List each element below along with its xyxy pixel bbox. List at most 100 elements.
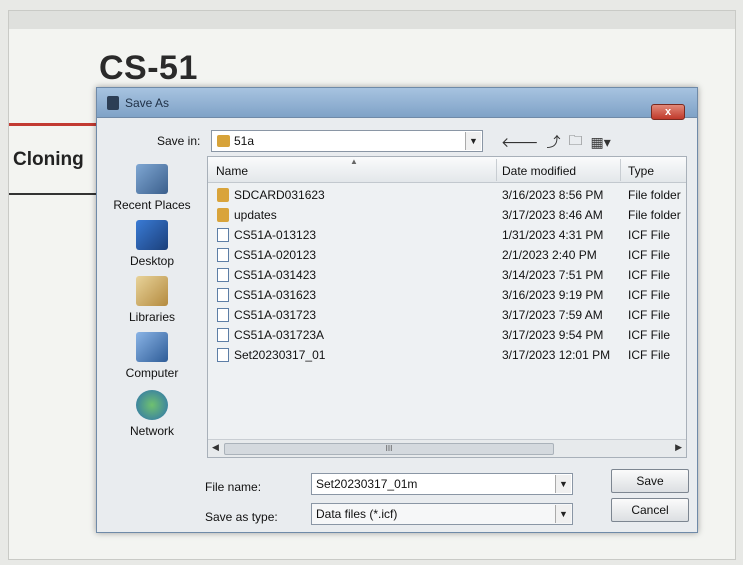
place-computer[interactable]: Computer [105, 332, 199, 380]
save-as-dialog: Save As x Save in: 51a ▼ 🡐 ⤴ 🗀 ▦▾ Recent… [96, 87, 698, 533]
scroll-left-icon[interactable]: ◀ [212, 442, 219, 453]
save-in-dropdown[interactable]: 51a ▼ [211, 130, 483, 152]
folder-icon [217, 188, 229, 202]
place-recent-places[interactable]: Recent Places [105, 164, 199, 212]
file-name-value: Set20230317_01m [316, 477, 418, 491]
file-date-cell: 2/1/2023 2:40 PM [502, 248, 597, 262]
file-date-cell: 1/31/2023 4:31 PM [502, 228, 604, 242]
place-label: Computer [125, 366, 179, 380]
scrollbar-thumb[interactable]: III [224, 443, 554, 455]
save-button[interactable]: Save [611, 469, 689, 493]
file-rows: SDCARD031623 3/16/2023 8:56 PM File folder… [208, 185, 686, 365]
chevron-down-icon[interactable]: ▼ [555, 475, 571, 493]
up-folder-icon[interactable]: ⤴ [547, 132, 561, 152]
libraries-icon [136, 276, 168, 306]
scroll-right-icon[interactable]: ▶ [675, 442, 682, 453]
file-list-header: Name ▲ Date modified Type [208, 157, 686, 183]
place-libraries[interactable]: Libraries [105, 276, 199, 324]
file-row[interactable]: CS51A-031723 3/17/2023 7:59 AM ICF File [208, 305, 686, 325]
file-row[interactable]: CS51A-020123 2/1/2023 2:40 PM ICF File [208, 245, 686, 265]
chevron-down-icon[interactable]: ▼ [465, 132, 481, 150]
file-row[interactable]: CS51A-031723A 3/17/2023 9:54 PM ICF File [208, 325, 686, 345]
file-type-cell: File folder [628, 208, 681, 222]
file-type-cell: ICF File [628, 268, 670, 282]
file-row[interactable]: CS51A-013123 1/31/2023 4:31 PM ICF File [208, 225, 686, 245]
cancel-button[interactable]: Cancel [611, 498, 689, 522]
column-separator [496, 159, 497, 181]
close-button[interactable]: x [651, 104, 685, 120]
dialog-title: Save As [125, 96, 170, 110]
file-name-input[interactable]: Set20230317_01m ▼ [311, 473, 573, 495]
dialog-app-icon [107, 96, 119, 110]
file-name-cell: Set20230317_01 [234, 348, 326, 362]
file-row[interactable]: CS51A-031423 3/14/2023 7:51 PM ICF File [208, 265, 686, 285]
background-toolbar [9, 11, 735, 29]
desktop-icon [136, 220, 168, 250]
file-icon [217, 228, 229, 242]
file-name-cell: updates [234, 208, 277, 222]
folder-icon [217, 135, 230, 147]
place-label: Desktop [129, 254, 175, 268]
chevron-down-icon[interactable]: ▼ [555, 505, 571, 523]
folder-icon [217, 208, 229, 222]
save-as-type-value: Data files (*.icf) [316, 507, 398, 521]
file-icon [217, 348, 229, 362]
file-date-cell: 3/17/2023 7:59 AM [502, 308, 603, 322]
accent-divider [9, 123, 99, 126]
column-date-modified[interactable]: Date modified [502, 164, 576, 178]
section-divider [9, 193, 99, 195]
file-name-cell: CS51A-031423 [234, 268, 317, 282]
file-name-cell: CS51A-031723A [234, 328, 325, 342]
file-list[interactable]: Name ▲ Date modified Type SDCARD031623 3/… [207, 156, 687, 458]
file-type-cell: File folder [628, 188, 681, 202]
back-icon[interactable]: 🡐 [501, 134, 539, 151]
file-row[interactable]: Set20230317_01 3/17/2023 12:01 PM ICF File [208, 345, 686, 365]
file-date-cell: 3/16/2023 8:56 PM [502, 188, 604, 202]
file-type-cell: ICF File [628, 248, 670, 262]
file-date-cell: 3/14/2023 7:51 PM [502, 268, 604, 282]
place-network[interactable]: Network [105, 390, 199, 438]
file-row[interactable]: SDCARD031623 3/16/2023 8:56 PM File folder [208, 185, 686, 205]
view-menu-icon[interactable]: ▦▾ [591, 134, 611, 151]
column-type[interactable]: Type [628, 164, 654, 178]
file-type-cell: ICF File [628, 328, 670, 342]
app-title: CS-51 [99, 49, 198, 87]
file-date-cell: 3/16/2023 9:19 PM [502, 288, 604, 302]
file-icon [217, 328, 229, 342]
save-in-value: 51a [234, 134, 255, 148]
column-name[interactable]: Name [216, 164, 248, 178]
network-icon [136, 390, 168, 420]
file-date-cell: 3/17/2023 8:46 AM [502, 208, 603, 222]
file-type-cell: ICF File [628, 228, 670, 242]
place-label: Recent Places [113, 198, 191, 212]
file-type-cell: ICF File [628, 288, 670, 302]
recent-places-icon [136, 164, 168, 194]
save-as-type-dropdown[interactable]: Data files (*.icf) ▼ [311, 503, 573, 525]
horizontal-scrollbar[interactable]: ◀ III ▶ [208, 439, 686, 457]
new-folder-icon[interactable]: 🗀 [569, 130, 583, 154]
file-row[interactable]: CS51A-031623 3/16/2023 9:19 PM ICF File [208, 285, 686, 305]
file-type-cell: ICF File [628, 308, 670, 322]
file-row[interactable]: updates 3/17/2023 8:46 AM File folder [208, 205, 686, 225]
file-name-cell: CS51A-031623 [234, 288, 317, 302]
place-label: Libraries [128, 310, 176, 324]
save-in-label: Save in: [157, 134, 201, 148]
file-name-cell: SDCARD031623 [234, 188, 325, 202]
column-separator [620, 159, 621, 181]
computer-icon [136, 332, 168, 362]
place-label: Network [129, 424, 174, 438]
file-date-cell: 3/17/2023 9:54 PM [502, 328, 604, 342]
sort-indicator-icon: ▲ [350, 157, 358, 166]
place-desktop[interactable]: Desktop [105, 220, 199, 268]
navigation-toolbar: 🡐 ⤴ 🗀 ▦▾ [501, 132, 611, 152]
save-as-type-label: Save as type: [205, 510, 278, 524]
dialog-titlebar[interactable]: Save As x [97, 88, 697, 120]
file-icon [217, 248, 229, 262]
file-type-cell: ICF File [628, 348, 670, 362]
file-name-cell: CS51A-020123 [234, 248, 317, 262]
cloning-section-label: Cloning [13, 149, 84, 170]
places-bar: Recent Places Desktop Libraries Computer… [105, 156, 199, 456]
file-name-label: File name: [205, 480, 262, 494]
file-date-cell: 3/17/2023 12:01 PM [502, 348, 611, 362]
file-name-cell: CS51A-013123 [234, 228, 317, 242]
